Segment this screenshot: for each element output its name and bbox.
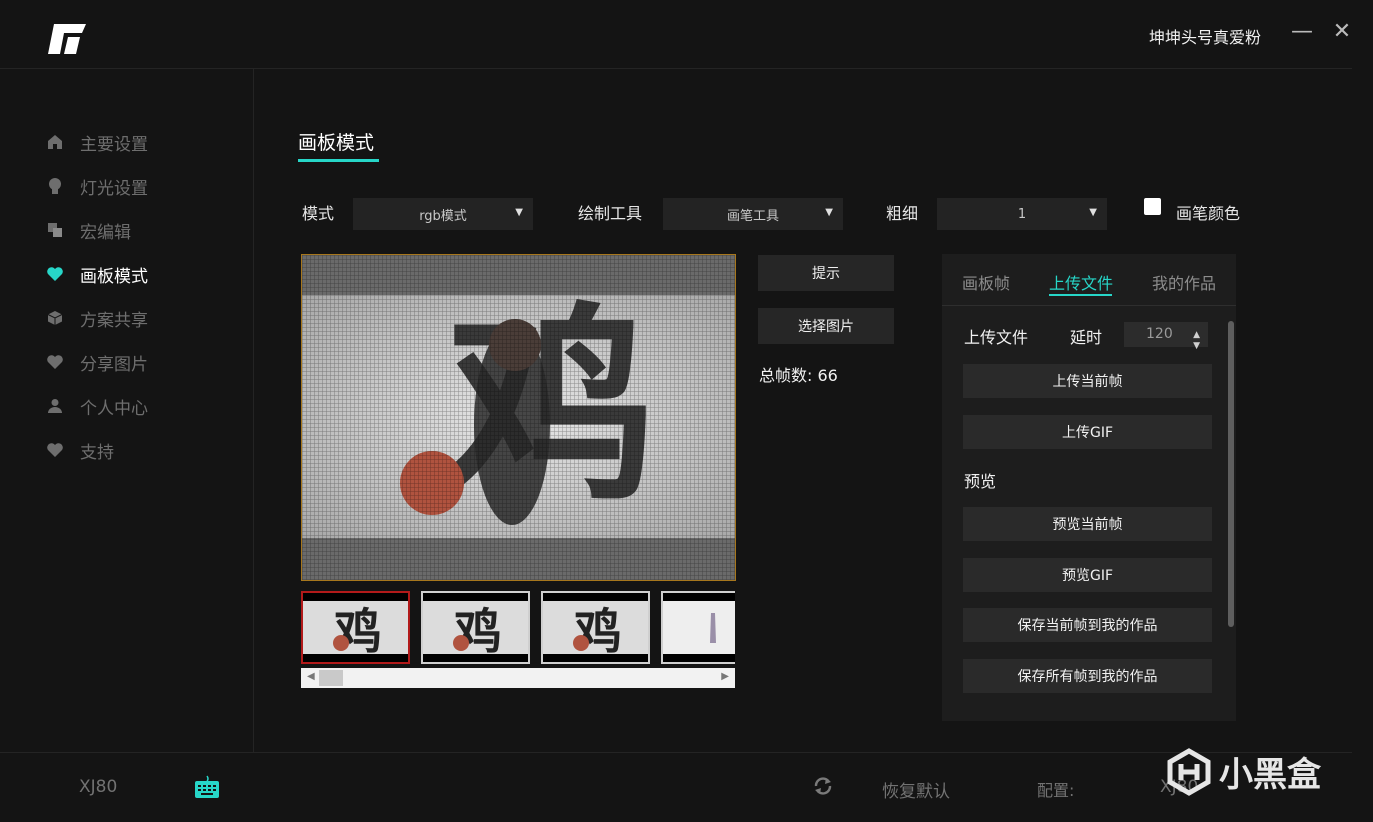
thickness-label: 粗细: [886, 204, 919, 223]
sidebar-item-label: 方案共享: [80, 310, 148, 331]
minimize-button[interactable]: —: [1290, 20, 1314, 44]
user-name[interactable]: 坤坤头号真爱粉: [1149, 24, 1261, 48]
bulb-icon: [46, 177, 64, 195]
sidebar-item-share-image[interactable]: 分享图片: [46, 340, 148, 384]
chevron-down-icon: ▼: [1089, 207, 1097, 218]
watermark-text: 小黑盒: [1219, 755, 1321, 795]
total-frames: 总帧数: 66: [759, 366, 838, 385]
preview-current-frame-button[interactable]: 预览当前帧: [963, 507, 1212, 541]
refresh-icon[interactable]: [812, 776, 834, 800]
sidebar-item-lighting[interactable]: 灯光设置: [46, 164, 148, 208]
scrollbar-thumb[interactable]: [319, 670, 343, 686]
upload-panel: 画板帧 上传文件 我的作品 上传文件 延时 120 ▲ ▼ 上传当前帧 上传GI…: [942, 254, 1236, 721]
delay-stepper[interactable]: 120 ▲ ▼: [1124, 322, 1208, 351]
sidebar-item-macro[interactable]: 宏编辑: [46, 208, 148, 252]
scroll-right-icon[interactable]: ▶: [721, 671, 729, 682]
draw-tool-label: 绘制工具: [578, 204, 643, 223]
footer-divider: [0, 752, 1352, 753]
thickness-select[interactable]: 1 ▼: [937, 198, 1107, 230]
delay-value: 120: [1146, 326, 1173, 342]
thumbnail-character: 鸡: [574, 604, 622, 660]
sidebar-item-label: 灯光设置: [80, 178, 148, 199]
sidebar-divider: [253, 69, 254, 752]
frame-thumbnail[interactable]: 鸡: [421, 591, 530, 664]
pen-color-swatch[interactable]: [1144, 198, 1161, 215]
thumbnail-character: 鸡: [334, 604, 382, 660]
upload-gif-button[interactable]: 上传GIF: [963, 415, 1212, 449]
page-title: 画板模式: [298, 132, 375, 154]
stepper-down-icon[interactable]: ▼: [1193, 334, 1200, 359]
save-current-frame-button[interactable]: 保存当前帧到我的作品: [963, 608, 1212, 642]
panel-scrollbar[interactable]: [1228, 321, 1234, 627]
restore-default-button[interactable]: 恢复默认: [882, 777, 950, 802]
pen-color-label: 画笔颜色: [1176, 204, 1241, 223]
drawing-canvas[interactable]: 鸡: [301, 254, 736, 581]
save-all-frames-button[interactable]: 保存所有帧到我的作品: [963, 659, 1212, 693]
sidebar-item-personal-center[interactable]: 个人中心: [46, 384, 148, 428]
sidebar-item-support[interactable]: 支持: [46, 428, 148, 472]
active-tab-underline: [1049, 294, 1112, 296]
xiaoheihe-logo-icon: [1167, 747, 1211, 796]
chevron-down-icon: ▼: [515, 207, 523, 218]
tab-upload-file[interactable]: 上传文件: [1049, 270, 1113, 294]
sidebar-item-main-settings[interactable]: 主要设置: [46, 120, 148, 164]
frame-thumbnails: 鸡 鸡 鸡: [301, 591, 735, 664]
sidebar-nav: 主要设置 灯光设置 宏编辑 画板模式 方案共享 分享图片 个人中心 支持: [46, 120, 148, 472]
xiaoheihe-watermark: 小黑盒: [1165, 747, 1321, 796]
hint-button[interactable]: 提示: [758, 255, 894, 291]
mode-select[interactable]: rgb模式 ▼: [353, 198, 533, 230]
scroll-left-icon[interactable]: ◀: [307, 671, 315, 682]
sidebar-item-label: 分享图片: [80, 354, 148, 375]
device-name: XJ80: [79, 777, 118, 797]
user-icon: [46, 397, 64, 415]
heart-icon: [46, 353, 64, 371]
delay-label: 延时: [1070, 328, 1103, 347]
sidebar-item-scheme-share[interactable]: 方案共享: [46, 296, 148, 340]
choose-image-button[interactable]: 选择图片: [758, 308, 894, 344]
sidebar-item-canvas-mode[interactable]: 画板模式: [46, 252, 148, 296]
heart-icon: [46, 441, 64, 459]
sidebar-item-label: 个人中心: [80, 398, 148, 419]
frame-thumbnail[interactable]: 鸡: [301, 591, 410, 664]
config-label: 配置:: [1037, 781, 1075, 800]
keyboard-icon[interactable]: [194, 774, 220, 804]
thumbnails-scrollbar[interactable]: ◀ ▶: [301, 668, 735, 688]
sidebar-item-label: 画板模式: [80, 266, 148, 287]
thumbnail-character: 鸡: [454, 604, 502, 660]
app-logo: [48, 24, 86, 54]
frame-thumbnail[interactable]: 鸡: [541, 591, 650, 664]
cube-icon: [46, 309, 64, 327]
close-button[interactable]: ✕: [1330, 20, 1354, 44]
sidebar-item-label: 支持: [80, 442, 114, 463]
panel-divider: [942, 305, 1236, 306]
draw-tool-select[interactable]: 画笔工具 ▼: [663, 198, 843, 230]
header-divider: [0, 68, 1352, 69]
frame-thumbnail[interactable]: [661, 591, 735, 664]
draw-tool-select-value: 画笔工具: [726, 208, 779, 224]
tab-canvas-frames[interactable]: 画板帧: [962, 270, 1010, 294]
tab-my-works[interactable]: 我的作品: [1152, 270, 1216, 294]
title-underline: [298, 159, 379, 162]
chevron-down-icon: ▼: [825, 207, 833, 218]
sidebar-item-label: 宏编辑: [80, 222, 131, 243]
preview-label: 预览: [964, 472, 997, 491]
thickness-select-value: 1: [1017, 206, 1027, 222]
upload-current-frame-button[interactable]: 上传当前帧: [963, 364, 1212, 398]
layers-icon: [46, 221, 64, 239]
mode-label: 模式: [302, 204, 335, 223]
heart-icon: [46, 265, 64, 283]
upload-file-label: 上传文件: [964, 328, 1029, 347]
sidebar-item-label: 主要设置: [80, 134, 148, 155]
preview-gif-button[interactable]: 预览GIF: [963, 558, 1212, 592]
home-icon: [46, 133, 64, 151]
mode-select-value: rgb模式: [419, 208, 467, 224]
